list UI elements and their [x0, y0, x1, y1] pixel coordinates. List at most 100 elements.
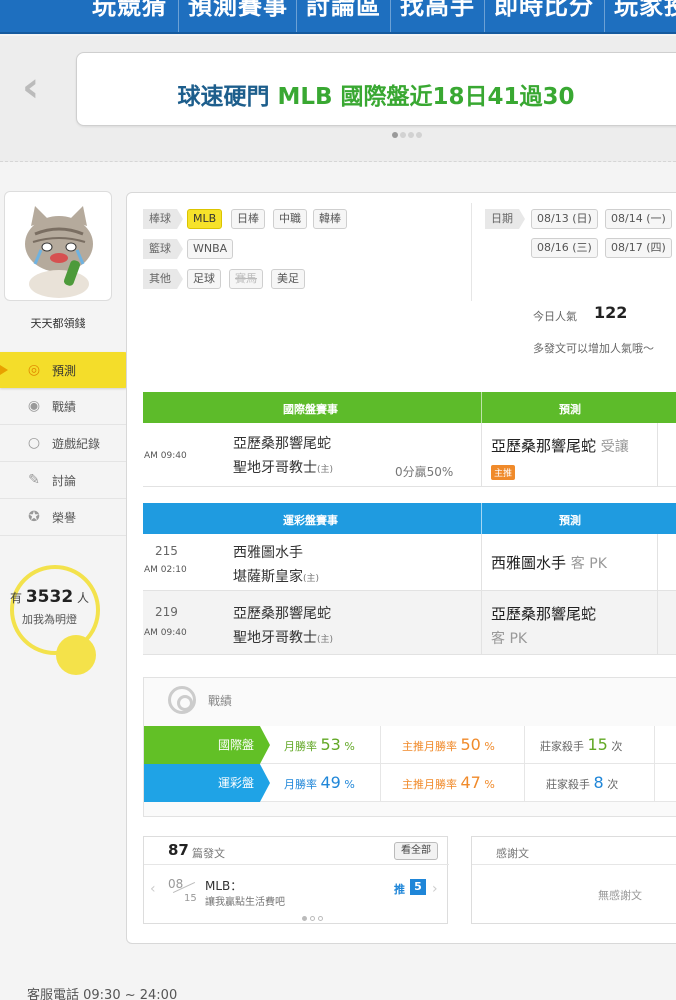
nav-live-score[interactable]: 即時比分 — [494, 0, 594, 21]
away-team: 西雅圖水手 — [233, 545, 303, 561]
sidebar-item-honor[interactable]: ✪ 榮譽 — [0, 499, 126, 536]
cell-divider — [654, 726, 655, 764]
posts-pagination — [302, 916, 323, 921]
banner-dot[interactable] — [408, 132, 414, 138]
main-panel: 棒球 MLB 日棒 中職 韓棒 籃球 WNBA 其他 足球 賽馬 美足 日期 0… — [126, 192, 676, 944]
date-chip[interactable]: 08/17 (四) — [605, 238, 672, 258]
handicap: 0分贏50% — [395, 465, 454, 479]
banner[interactable]: 球速硬門 MLB 國際盤近18日41過30 — [76, 52, 676, 126]
chip-soccer[interactable]: 足球 — [187, 269, 221, 289]
chevron-left-icon[interactable]: ‹ — [22, 66, 39, 108]
post-body[interactable]: 讓我贏點生活費吧 — [205, 893, 285, 908]
pick-sub: 客 PK — [491, 631, 528, 647]
month-value: 53 — [320, 735, 341, 754]
home-tag: (主) — [317, 465, 334, 475]
home-team-name: 堪薩斯皇家 — [233, 569, 303, 585]
follow-box[interactable]: 有 3532 人 加我為明燈 — [4, 565, 114, 675]
record-tag: 國際盤 — [144, 726, 270, 764]
row-divider — [657, 423, 658, 486]
chevron-right-icon[interactable]: › — [432, 881, 438, 897]
home-team: 聖地牙哥教士(主) — [233, 457, 333, 477]
chip-mlb[interactable]: MLB — [187, 209, 223, 229]
streak-label: 莊家殺手 — [546, 778, 590, 791]
lightbulb-icon — [56, 635, 96, 675]
filter-label-basketball: 籃球 — [143, 239, 183, 259]
sidebar-item-label: 討論 — [52, 473, 77, 488]
cat-avatar-icon — [25, 206, 93, 298]
streak-unit: 次 — [611, 740, 623, 753]
chip-npb[interactable]: 日棒 — [231, 209, 265, 229]
nav-separator — [390, 0, 391, 32]
month-value: 49 — [320, 773, 341, 792]
table-row[interactable]: 219 AM 09:40 亞歷桑那響尾蛇 聖地牙哥教士(主) 亞歷桑那響尾蛇 客… — [143, 591, 676, 655]
post-date-day: 15 — [184, 893, 197, 904]
intl-header-event: 國際盤賽事 — [283, 403, 338, 416]
sidebar-menu: ◎ 預測 ◉ 戰績 ○ 遊戲紀錄 ✎ 討論 ✪ 榮譽 — [0, 352, 132, 536]
main-label: 主推月勝率 — [402, 778, 457, 791]
thanks-title: 感謝文 — [496, 847, 529, 860]
nav-player-vote[interactable]: 玩家投 — [614, 0, 676, 21]
nav-predict[interactable]: 預測賽事 — [188, 0, 288, 21]
chip-wnba[interactable]: WNBA — [187, 239, 234, 259]
nav-separator — [296, 0, 297, 32]
nav-separator — [484, 0, 485, 32]
popularity-label: 今日人氣 — [533, 310, 577, 323]
pick: 亞歷桑那響尾蛇 受讓 — [491, 435, 629, 456]
banner-dot[interactable] — [392, 132, 398, 138]
medal-icon: ✪ — [28, 509, 40, 525]
sidebar-item-label: 榮譽 — [52, 510, 77, 525]
sidebar-item-game-log[interactable]: ○ 遊戲紀錄 — [0, 425, 126, 462]
banner-dot[interactable] — [400, 132, 406, 138]
thanks-box: 感謝文 無感謝文 — [471, 836, 676, 924]
banner-dot[interactable] — [416, 132, 422, 138]
filter-label-baseball: 棒球 — [143, 209, 183, 229]
post-title[interactable]: MLB： — [205, 877, 242, 894]
divider — [144, 864, 449, 865]
sidebar-item-discuss[interactable]: ✎ 討論 — [0, 462, 126, 499]
target-icon — [168, 686, 196, 714]
date-chip[interactable]: 08/13 (日) — [531, 209, 598, 229]
intl-table-header: 國際盤賽事 預測 — [143, 392, 676, 423]
game-time: AM 02:10 — [144, 565, 187, 575]
nav-guess[interactable]: 玩競猜 — [92, 0, 167, 21]
pick: 西雅圖水手 客 PK — [491, 552, 607, 573]
away-team: 亞歷桑那響尾蛇 — [233, 436, 331, 452]
main-winrate: 主推月勝率 47 % — [402, 773, 495, 792]
push-label: 推 — [394, 883, 405, 896]
home-team-name: 聖地牙哥教士 — [233, 630, 317, 646]
table-row[interactable]: 215 AM 02:10 西雅圖水手 堪薩斯皇家(主) 西雅圖水手 客 PK — [143, 534, 676, 591]
fans-number: 3532 — [25, 587, 74, 607]
date-chip[interactable]: 08/16 (三) — [531, 238, 598, 258]
nav-experts[interactable]: 找高手 — [400, 0, 475, 21]
chip-kbo[interactable]: 韓棒 — [313, 209, 347, 229]
thanks-empty: 無感謝文 — [598, 889, 642, 902]
nav-separator — [604, 0, 605, 32]
chevron-left-icon[interactable]: ‹ — [150, 881, 156, 897]
game-number: 215 — [155, 544, 178, 558]
page-dot[interactable] — [302, 916, 307, 921]
pick-sub: 受讓 — [600, 439, 629, 455]
date-chip[interactable]: 08/14 (一) — [605, 209, 672, 229]
main-winrate: 主推月勝率 50 % — [402, 735, 495, 754]
month-label: 月勝率 — [284, 778, 317, 791]
record-tag: 運彩盤 — [144, 764, 270, 802]
see-all-button[interactable]: 看全部 — [394, 842, 438, 860]
home-team: 聖地牙哥教士(主) — [233, 627, 333, 647]
sidebar-item-predict[interactable]: ◎ 預測 — [0, 352, 132, 388]
home-team-name: 聖地牙哥教士 — [233, 460, 317, 476]
page-dot[interactable] — [318, 916, 323, 921]
row-divider — [481, 591, 482, 654]
table-row[interactable]: AM 09:40 亞歷桑那響尾蛇 聖地牙哥教士(主) 0分贏50% 亞歷桑那響尾… — [143, 423, 676, 487]
follow-button[interactable]: 加我為明燈 — [22, 611, 77, 627]
chip-nfl[interactable]: 美足 — [271, 269, 305, 289]
chip-cpbl[interactable]: 中職 — [273, 209, 307, 229]
pencil-icon: ✎ — [28, 472, 40, 488]
nav-forum[interactable]: 討論區 — [306, 0, 381, 21]
main-label: 主推月勝率 — [402, 740, 457, 753]
chip-horse-racing[interactable]: 賽馬 — [229, 269, 263, 289]
page-dot[interactable] — [310, 916, 315, 921]
avatar[interactable] — [4, 191, 112, 301]
streak-value: 15 — [587, 735, 608, 754]
row-divider — [657, 591, 658, 654]
sidebar-item-record[interactable]: ◉ 戰績 — [0, 388, 126, 425]
